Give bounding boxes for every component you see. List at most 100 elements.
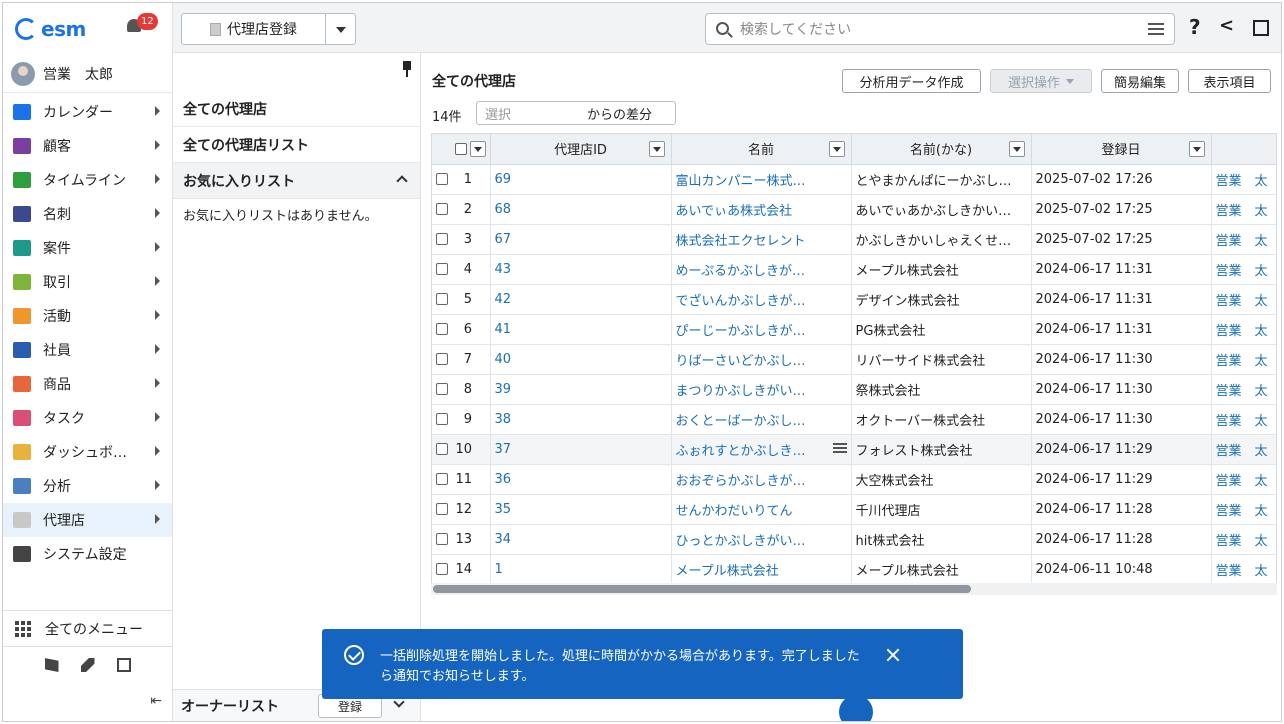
agency-id-link[interactable]: 43 [490, 254, 672, 285]
row-select-cell[interactable]: 1 [432, 164, 491, 195]
agency-name-link[interactable]: 富山カンパニー株式… [671, 164, 852, 195]
agency-id-link[interactable]: 69 [490, 164, 672, 195]
row-select-cell[interactable]: 5 [432, 284, 491, 315]
agency-name-link[interactable]: ふぉれすとかぶしき… [671, 434, 852, 465]
sidebar-item[interactable]: タイムライン [3, 163, 172, 197]
sidebar-item[interactable]: 代理店 [3, 503, 172, 537]
sidebar-item[interactable]: 商品 [3, 367, 172, 401]
agency-name-link[interactable]: メープル株式会社 [671, 554, 852, 585]
agency-id-link[interactable]: 35 [490, 494, 672, 525]
esm-logo[interactable]: esm [15, 17, 86, 41]
sidebar-item[interactable]: システム設定 [3, 537, 172, 571]
agency-id-link[interactable]: 68 [490, 194, 672, 225]
row-select-cell[interactable]: 6 [432, 314, 491, 345]
row-select-cell[interactable]: 13 [432, 524, 491, 555]
agency-id-link[interactable]: 37 [490, 434, 672, 465]
help-icon[interactable]: ? [1189, 15, 1201, 39]
search-input[interactable]: 検索してください [705, 13, 1175, 45]
agency-id-link[interactable]: 42 [490, 284, 672, 315]
row-select-cell[interactable]: 3 [432, 224, 491, 255]
row-checkbox[interactable] [436, 263, 448, 275]
table-row[interactable]: 9 38 おくとーばーかぶし… オクトーバー株式会社 2024-06-17 11:30 営… [432, 404, 1276, 435]
row-checkbox[interactable] [436, 203, 448, 215]
row-select-cell[interactable]: 9 [432, 404, 491, 435]
agency-name-link[interactable]: ぴーじーかぶしきが… [671, 314, 852, 345]
agency-name-link[interactable]: まつりかぶしきがい… [671, 374, 852, 405]
display-items-button[interactable]: 表示項目 [1188, 69, 1271, 93]
table-row[interactable]: 10 37 ふぉれすとかぶしき… フォレスト株式会社 2024-06-17 11:29 営… [432, 434, 1276, 465]
collapse-sidebar-icon[interactable]: ⇤ [150, 693, 162, 709]
table-row[interactable]: 1 69 富山カンパニー株式… とやまかんぱにーかぶし… 2025-07-02 17:2… [432, 164, 1276, 195]
owner-link[interactable]: 営業 太 [1211, 254, 1276, 285]
chevron-down-icon[interactable] [648, 141, 665, 157]
agency-name-link[interactable]: めーぷるかぶしきが… [671, 254, 852, 285]
agency-id-link[interactable]: 40 [490, 344, 672, 375]
floating-action-button[interactable] [839, 695, 873, 721]
owner-link[interactable]: 営業 太 [1211, 194, 1276, 225]
filter-settings-icon[interactable] [1148, 23, 1164, 35]
chevron-down-icon[interactable] [1188, 141, 1205, 157]
table-row[interactable]: 3 67 株式会社エクセレント かぶしきかいしゃえくせ… 2025-07-02 17:2… [432, 224, 1276, 255]
table-row[interactable]: 6 41 ぴーじーかぶしきが… PG株式会社 2024-06-17 11:31 営業 太 [432, 314, 1276, 345]
table-row[interactable]: 2 68 あいでぃあ株式会社 あいでぃあかぶしきかい… 2025-07-02 17:25… [432, 194, 1276, 225]
row-checkbox[interactable] [436, 293, 448, 305]
quick-edit-button[interactable]: 簡易編集 [1101, 69, 1179, 93]
close-icon[interactable] [885, 647, 901, 663]
owner-link[interactable]: 営業 太 [1211, 164, 1276, 195]
table-icon[interactable] [116, 658, 131, 672]
column-header[interactable]: 名前(かな) [851, 134, 1032, 165]
share-icon[interactable]: < [1219, 15, 1234, 36]
row-checkbox[interactable] [436, 443, 448, 455]
horizontal-scrollbar[interactable] [431, 583, 1277, 595]
table-row[interactable]: 4 43 めーぷるかぶしきが… メープル株式会社 2024-06-17 11:31 営業 … [432, 254, 1276, 285]
open-external-icon[interactable] [1253, 20, 1269, 36]
row-select-cell[interactable]: 11 [432, 464, 491, 495]
agency-name-link[interactable]: でざいんかぶしきが… [671, 284, 852, 315]
row-checkbox[interactable] [436, 353, 448, 365]
column-header[interactable]: 登録日 [1031, 134, 1212, 165]
analysis-data-button[interactable]: 分析用データ作成 [842, 69, 981, 93]
agency-name-link[interactable]: せんかわだいりてん [671, 494, 852, 525]
column-header[interactable]: 名前 [671, 134, 852, 165]
owner-link[interactable]: 営業 太 [1211, 284, 1276, 315]
owner-link[interactable]: 営業 太 [1211, 434, 1276, 465]
column-header[interactable]: 登 [1211, 134, 1276, 165]
user-profile[interactable]: 営業 太郎 [3, 55, 172, 93]
sidebar-item[interactable]: カレンダー [3, 95, 172, 129]
owner-link[interactable]: 営業 太 [1211, 374, 1276, 405]
row-checkbox[interactable] [436, 383, 448, 395]
row-select-cell[interactable]: 7 [432, 344, 491, 375]
sidebar-item[interactable]: タスク [3, 401, 172, 435]
row-select-cell[interactable]: 2 [432, 194, 491, 225]
sidebar-item[interactable]: 顧客 [3, 129, 172, 163]
book-icon[interactable] [44, 658, 59, 672]
table-row[interactable]: 13 34 ひっとかぶしきがい… hit株式会社 2024-06-17 11:28 営業 … [432, 524, 1276, 555]
agency-name-link[interactable]: りばーさいどかぶし… [671, 344, 852, 375]
diff-selector[interactable]: 選択 からの差分 [476, 101, 676, 125]
row-checkbox[interactable] [436, 563, 448, 575]
agency-name-link[interactable]: おおぞらかぶしきが… [671, 464, 852, 495]
table-row[interactable]: 11 36 おおぞらかぶしきが… 大空株式会社 2024-06-17 11:29 営業 太 [432, 464, 1276, 495]
favorites-header[interactable]: お気に入りリスト [173, 163, 420, 199]
all-menu-button[interactable]: 全てのメニュー [3, 611, 172, 647]
table-row[interactable]: 7 40 りばーさいどかぶし… リバーサイド株式会社 2024-06-17 11:30 営… [432, 344, 1276, 375]
owner-link[interactable]: 営業 太 [1211, 524, 1276, 555]
agency-id-link[interactable]: 1 [490, 554, 672, 585]
row-checkbox[interactable] [436, 413, 448, 425]
chevron-down-icon[interactable] [1008, 141, 1025, 157]
select-all-header[interactable] [432, 134, 491, 165]
table-row[interactable]: 12 35 せんかわだいりてん 千川代理店 2024-06-17 11:28 営業 太 [432, 494, 1276, 525]
table-row[interactable]: 8 39 まつりかぶしきがい… 祭株式会社 2024-06-17 11:30 営業 太 [432, 374, 1276, 405]
row-select-cell[interactable]: 12 [432, 494, 491, 525]
wrench-icon[interactable] [80, 658, 95, 672]
panel-all-agency-list[interactable]: 全ての代理店リスト [173, 127, 420, 163]
row-checkbox[interactable] [436, 533, 448, 545]
row-checkbox[interactable] [436, 503, 448, 515]
table-row[interactable]: 5 42 でざいんかぶしきが… デザイン株式会社 2024-06-17 11:31 営業 … [432, 284, 1276, 315]
sidebar-item[interactable]: 社員 [3, 333, 172, 367]
row-checkbox[interactable] [436, 473, 448, 485]
column-header[interactable]: 代理店ID [490, 134, 672, 165]
register-agency-button[interactable]: 代理店登録 [181, 13, 326, 45]
scrollbar-thumb[interactable] [433, 585, 971, 593]
agency-name-link[interactable]: ひっとかぶしきがい… [671, 524, 852, 555]
